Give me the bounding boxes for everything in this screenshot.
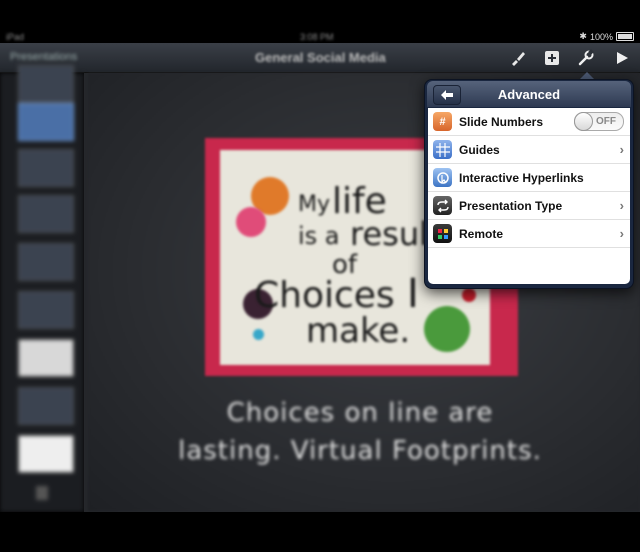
presentation-type-row[interactable]: Presentation Type ›: [428, 192, 630, 220]
remote-row[interactable]: Remote ›: [428, 220, 630, 248]
tools-button[interactable]: [575, 47, 597, 69]
document-title: General Social Media: [255, 50, 386, 65]
popover-list: # Slide Numbers OFF Guides › Interactive…: [428, 108, 630, 284]
slide-thumbnail[interactable]: [18, 435, 74, 473]
format-brush-button[interactable]: [507, 47, 529, 69]
hyperlink-icon: [433, 168, 452, 187]
bluetooth-icon: ✱: [579, 31, 587, 41]
quote-word: Choices: [254, 275, 395, 316]
quote-word: is a: [298, 222, 340, 250]
chevron-right-icon: ›: [619, 142, 624, 157]
row-label: Remote: [459, 227, 504, 241]
slide-numbers-row[interactable]: # Slide Numbers OFF: [428, 108, 630, 136]
guides-row[interactable]: Guides ›: [428, 136, 630, 164]
paintbrush-icon: [512, 52, 525, 66]
slide-thumbnail[interactable]: [18, 195, 74, 233]
row-label: Presentation Type: [459, 199, 563, 213]
caption-line-1: Choices on line are: [226, 398, 494, 428]
slide-thumbnail[interactable]: [18, 339, 74, 377]
slide-thumbnail[interactable]: [18, 243, 74, 281]
row-label: Guides: [459, 143, 500, 157]
slide-thumbnail-selected[interactable]: [18, 103, 74, 141]
wrench-icon: [578, 49, 594, 66]
remote-icon: [433, 224, 452, 243]
play-icon: [617, 52, 628, 64]
popover-title: Advanced: [497, 87, 561, 102]
caption-line-2: lasting. Virtual Footprints.: [178, 436, 542, 466]
toolbar: Presentations General Social Media: [0, 43, 640, 73]
plus-icon: [545, 51, 559, 65]
quote-word: make.: [306, 311, 411, 351]
row-label: Slide Numbers: [459, 115, 544, 129]
interactive-hyperlinks-row[interactable]: Interactive Hyperlinks: [428, 164, 630, 192]
quote-word: I: [407, 271, 419, 317]
toggle-knob: [574, 112, 593, 131]
toggle-label: OFF: [596, 116, 616, 127]
play-button[interactable]: [611, 47, 633, 69]
green-dot: [424, 306, 470, 352]
status-bar: iPad 3:08 PM ✱ 100%: [0, 0, 640, 43]
battery-icon: [616, 32, 634, 41]
popover-header: Advanced: [427, 81, 631, 107]
row-label: Interactive Hyperlinks: [459, 171, 584, 185]
status-right: ✱ 100%: [579, 31, 634, 42]
red-dot: [462, 288, 476, 302]
slide-thumbnail[interactable]: [18, 387, 74, 425]
slide-numbers-toggle[interactable]: OFF: [574, 112, 624, 131]
slide-navigator[interactable]: [0, 65, 84, 512]
quote-word: My: [298, 192, 331, 217]
presentation-type-icon: [433, 196, 452, 215]
slide-numbers-icon: #: [433, 112, 452, 131]
pink-dot: [236, 207, 266, 237]
clock: 3:08 PM: [300, 32, 334, 42]
blue-dot: [253, 329, 264, 340]
trash-icon[interactable]: [36, 486, 48, 500]
chevron-right-icon: ›: [619, 226, 624, 241]
carrier-label: iPad: [6, 32, 25, 42]
slide-thumbnail[interactable]: [18, 65, 74, 103]
presentations-button[interactable]: Presentations: [10, 51, 77, 63]
slide-thumbnail[interactable]: [18, 149, 74, 187]
battery-percent: 100%: [589, 31, 613, 42]
advanced-popover: Advanced # Slide Numbers OFF Guides › In…: [424, 79, 634, 289]
insert-button[interactable]: [541, 47, 563, 69]
slide-thumbnail[interactable]: [18, 291, 74, 329]
guides-icon: [433, 140, 452, 159]
bottom-bezel: [0, 512, 640, 552]
chevron-right-icon: ›: [619, 198, 624, 213]
